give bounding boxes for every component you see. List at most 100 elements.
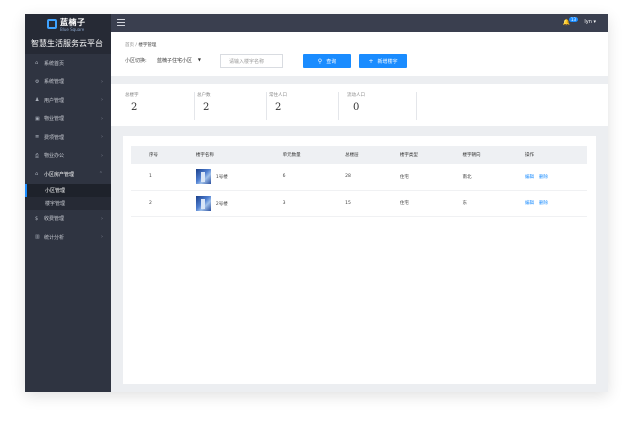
logo-subtitle: Blue Square [60,27,85,32]
stat-label: 总楼宇 [125,93,139,98]
sidebar-subitem-building[interactable]: 楼宇管理 [25,196,111,210]
fee-icon: $ [35,215,39,222]
stat-value: 2 [203,102,210,113]
col-header-no: 序号 [131,146,178,164]
stat-total-buildings: 总楼宇 2 [125,92,195,120]
delete-link[interactable]: 删除 [539,175,548,180]
sidebar-item-label: 物业管理 [44,116,65,123]
logo: 蓝楠子 Blue Square 智慧生活服务云平台 [25,14,111,54]
community-label: 小区切换: [125,58,147,64]
chart-icon: ▥ [35,234,40,241]
sidebar-item-fee-items[interactable]: ≣ 费项管理 › [25,128,111,147]
breadcrumb-current: 楼宇管理 [138,43,157,48]
building-table: 序号 楼宇名称 单元数量 总楼层 楼宇类型 楼宇朝向 操作 1 1号楼 6 28 [131,146,587,217]
edit-link[interactable]: 编辑 [525,201,534,206]
cell-name: 1号楼 [177,164,265,191]
sidebar-item-users[interactable]: ♟ 用户管理 › [25,91,111,110]
sidebar-subitem-community[interactable]: 小区管理 [25,183,111,197]
col-header-facing: 楼宇朝向 [444,146,508,164]
sidebar-item-community-property[interactable]: ⌂ 小区房产管理 ⌃ [25,165,111,184]
sidebar-item-system[interactable]: ⚙ 系统管理 › [25,73,111,92]
sidebar-item-office[interactable]: ⎙ 物业办公 › [25,147,111,166]
building-thumbnail [195,169,211,185]
user-icon: ♟ [35,97,40,104]
stat-floating-population: 流动人口 0 [347,92,417,120]
chevron-right-icon: › [101,152,103,159]
cell-facing: 南北 [444,164,508,191]
stat-label: 总户数 [197,93,211,98]
stat-value: 2 [275,102,282,113]
chevron-down-icon: ▼ [197,57,201,62]
community-select[interactable]: 蓝楠子住宅小区 ▼ [153,54,205,65]
user-menu[interactable]: lyn ▾ [584,19,596,25]
stat-label: 常住人口 [269,93,287,98]
house-icon: ⌂ [35,171,39,178]
sidebar-item-label: 小区房产管理 [44,171,75,178]
sidebar-item-label: 用户管理 [44,97,65,104]
stat-value: 0 [353,102,360,113]
table-header-row: 序号 楼宇名称 单元数量 总楼层 楼宇类型 楼宇朝向 操作 [131,146,587,164]
chevron-right-icon: › [101,115,103,122]
col-header-name: 楼宇名称 [177,146,265,164]
sidebar-item-label: 系统管理 [44,79,65,86]
gear-icon: ⚙ [35,78,40,85]
chevron-up-icon: ⌃ [98,171,103,178]
cell-type: 住宅 [381,190,445,217]
delete-link[interactable]: 删除 [539,201,548,206]
col-header-floors: 总楼层 [327,146,382,164]
top-bar: 🔔 13 lyn ▾ [111,14,608,32]
col-header-type: 楼宇类型 [381,146,445,164]
breadcrumb: 首页 / 楼宇管理 [125,42,156,48]
building-name: 2号楼 [215,201,228,207]
chevron-right-icon: › [101,134,103,141]
search-button[interactable]: ⚲ 查询 [303,54,351,68]
table-panel: 序号 楼宇名称 单元数量 总楼层 楼宇类型 楼宇朝向 操作 1 1号楼 6 28 [123,136,596,384]
search-button-label: 查询 [326,58,337,65]
app-window: 蓝楠子 Blue Square 智慧生活服务云平台 ⌂ 系统首页 ⚙ 系统管理 … [25,14,608,392]
community-select-value: 蓝楠子住宅小区 [157,58,193,64]
sidebar-item-label: 系统首页 [44,60,65,67]
notification-badge: 13 [568,17,578,22]
table-row: 2 2号楼 3 15 住宅 东 编辑 删除 [131,190,587,217]
cell-name: 2号楼 [177,190,265,217]
cell-facing: 东 [444,190,508,217]
plus-icon: + [368,57,374,65]
sidebar-item-label: 物业办公 [44,153,65,160]
print-icon: ⎙ [35,152,40,159]
cell-actions: 编辑 删除 [507,164,587,191]
cell-floors: 28 [327,164,382,191]
sidebar-item-label: 统计分析 [44,234,65,241]
cell-actions: 编辑 删除 [507,190,587,217]
breadcrumb-home[interactable]: 首页 [125,43,134,48]
col-header-actions: 操作 [507,146,587,164]
chevron-right-icon: › [101,97,103,104]
menu-toggle-icon[interactable] [117,19,125,27]
cell-floors: 15 [327,190,382,217]
cell-no: 2 [131,190,178,217]
building-thumbnail [195,195,211,211]
stat-label: 流动人口 [347,93,365,98]
sidebar-item-charges[interactable]: $ 收费管理 › [25,210,111,229]
sidebar-item-statistics[interactable]: ▥ 统计分析 › [25,228,111,247]
sidebar-item-property[interactable]: ▣ 物业管理 › [25,110,111,129]
add-building-button[interactable]: + 新增楼宇 [359,54,407,68]
edit-link[interactable]: 编辑 [525,175,534,180]
chevron-right-icon: › [101,78,103,85]
cell-units: 6 [264,164,328,191]
logo-icon [47,19,57,29]
chevron-right-icon: › [101,234,103,241]
building-name: 1号楼 [215,175,228,181]
cell-no: 1 [131,164,178,191]
add-building-label: 新增楼宇 [377,58,398,65]
col-header-units: 单元数量 [264,146,328,164]
list-icon: ≣ [35,134,40,141]
sidebar-item-home[interactable]: ⌂ 系统首页 [25,54,111,73]
home-icon: ⌂ [35,60,39,67]
sidebar-item-label: 收费管理 [44,216,65,223]
cell-type: 住宅 [381,164,445,191]
building-search-input[interactable]: 请输入楼宇名称 [220,54,283,68]
chevron-right-icon: › [101,215,103,222]
stat-total-households: 总户数 2 [197,92,267,120]
sidebar: 蓝楠子 Blue Square 智慧生活服务云平台 ⌂ 系统首页 ⚙ 系统管理 … [25,14,111,392]
table-row: 1 1号楼 6 28 住宅 南北 编辑 删除 [131,164,587,191]
